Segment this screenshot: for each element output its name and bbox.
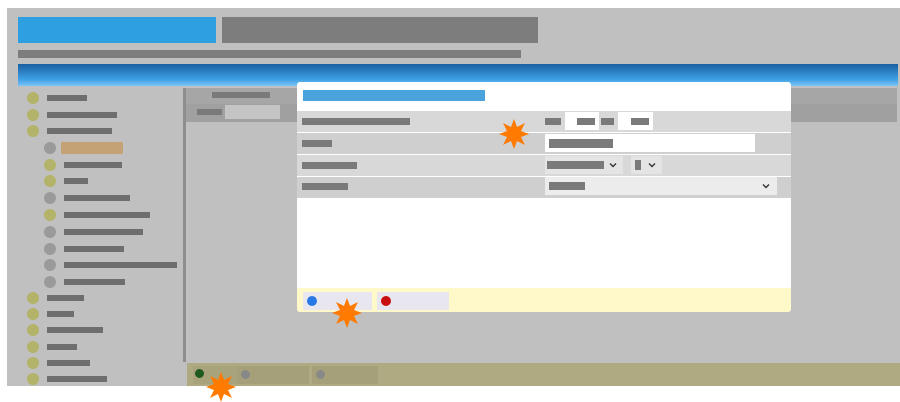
- modal-dialog: [297, 82, 791, 312]
- cancel-button[interactable]: [377, 292, 449, 310]
- sidebar-item-label: [47, 95, 87, 101]
- unit-label: [601, 118, 614, 125]
- sidebar-item[interactable]: [27, 307, 74, 321]
- sidebar-item-label: [47, 360, 90, 366]
- gray-dot-icon: [44, 192, 56, 204]
- olive-dot-icon: [27, 92, 39, 104]
- gray-dot-icon: [241, 370, 250, 379]
- taskbar-item-2[interactable]: [237, 366, 309, 384]
- gray-dot-icon: [44, 142, 56, 154]
- sidebar-item-label: [64, 246, 124, 252]
- taskbar-item-3[interactable]: [312, 366, 378, 384]
- sidebar-item-label: [47, 128, 112, 134]
- green-dot-icon: [195, 369, 204, 378]
- olive-dot-icon: [27, 292, 39, 304]
- olive-dot-icon: [27, 308, 39, 320]
- number-input-value: [577, 118, 595, 125]
- number-input[interactable]: [565, 112, 599, 130]
- content-tab-bar[interactable]: [212, 92, 270, 98]
- number-input[interactable]: [618, 112, 653, 130]
- gray-dot-icon: [44, 243, 56, 255]
- olive-dot-icon: [27, 341, 39, 353]
- gray-dot-icon: [44, 226, 56, 238]
- text-input-value: [549, 139, 613, 148]
- olive-dot-icon: [27, 324, 39, 336]
- sidebar-item[interactable]: [44, 191, 130, 205]
- sidebar-item[interactable]: [44, 141, 123, 155]
- olive-dot-icon: [27, 373, 39, 385]
- sidebar-item[interactable]: [44, 208, 150, 222]
- sidebar-item[interactable]: [27, 91, 87, 105]
- app-logo-bar: [18, 17, 216, 43]
- sidebar-item-label: [64, 195, 130, 201]
- sidebar-item-label: [47, 344, 77, 350]
- sidebar-item-label: [64, 162, 122, 168]
- olive-dot-icon: [44, 159, 56, 171]
- gray-dot-icon: [316, 370, 325, 379]
- unit-label: [545, 118, 561, 125]
- sidebar-item[interactable]: [44, 174, 88, 188]
- sidebar-item[interactable]: [44, 275, 125, 289]
- sidebar-item[interactable]: [27, 356, 90, 370]
- sidebar-item-label: [47, 295, 84, 301]
- gray-dot-icon: [44, 276, 56, 288]
- sidebar-item[interactable]: [44, 258, 177, 272]
- sidebar-item-label: [64, 279, 125, 285]
- sidebar-item-label: [47, 327, 103, 333]
- text-input[interactable]: [545, 134, 755, 152]
- olive-dot-icon: [27, 109, 39, 121]
- select-dropdown[interactable]: [631, 156, 662, 174]
- field-label: [302, 183, 348, 190]
- toolbar-button-1[interactable]: [197, 109, 222, 115]
- sidebar-item-label: [47, 376, 107, 382]
- sidebar-item[interactable]: [44, 225, 143, 239]
- select-value: [547, 161, 604, 169]
- field-label: [302, 118, 410, 125]
- gray-dot-icon: [44, 259, 56, 271]
- sidebar-item[interactable]: [27, 291, 84, 305]
- chevron-down-icon: [645, 158, 659, 172]
- page-title-bar: [222, 17, 538, 43]
- number-input-value: [631, 118, 649, 125]
- sidebar-item-label: [47, 311, 74, 317]
- click-marker-icon: [332, 298, 362, 328]
- breadcrumb: [18, 50, 521, 58]
- sidebar-item[interactable]: [27, 372, 107, 386]
- olive-dot-icon: [44, 209, 56, 221]
- chevron-down-icon: [606, 158, 620, 172]
- chevron-down-icon: [759, 179, 773, 193]
- blue-dot-icon: [307, 296, 317, 306]
- olive-dot-icon: [44, 175, 56, 187]
- sidebar-item-label: [61, 142, 123, 154]
- sidebar-item[interactable]: [44, 242, 124, 256]
- sidebar-item[interactable]: [44, 158, 122, 172]
- form-row: [297, 155, 791, 176]
- red-dot-icon: [381, 296, 391, 306]
- sidebar-item-label: [47, 112, 117, 118]
- click-marker-icon: [499, 119, 529, 149]
- field-label: [302, 140, 332, 147]
- sidebar-item[interactable]: [27, 124, 112, 138]
- select-value: [549, 182, 585, 190]
- dialog-title-bar: [303, 90, 485, 101]
- sidebar-item-label: [64, 212, 150, 218]
- sidebar: [7, 88, 187, 386]
- sidebar-item-label: [64, 178, 88, 184]
- field-label: [302, 162, 357, 169]
- sidebar-splitter[interactable]: [183, 88, 186, 362]
- sidebar-item-label: [64, 262, 177, 268]
- sidebar-item[interactable]: [27, 340, 77, 354]
- select-dropdown[interactable]: [545, 156, 623, 174]
- sidebar-item[interactable]: [27, 323, 103, 337]
- olive-dot-icon: [27, 357, 39, 369]
- sidebar-item[interactable]: [27, 108, 117, 122]
- select-dropdown[interactable]: [545, 177, 777, 195]
- select-value: [635, 160, 641, 170]
- olive-dot-icon: [27, 125, 39, 137]
- sidebar-item-label: [64, 229, 143, 235]
- toolbar-button-2[interactable]: [225, 105, 280, 119]
